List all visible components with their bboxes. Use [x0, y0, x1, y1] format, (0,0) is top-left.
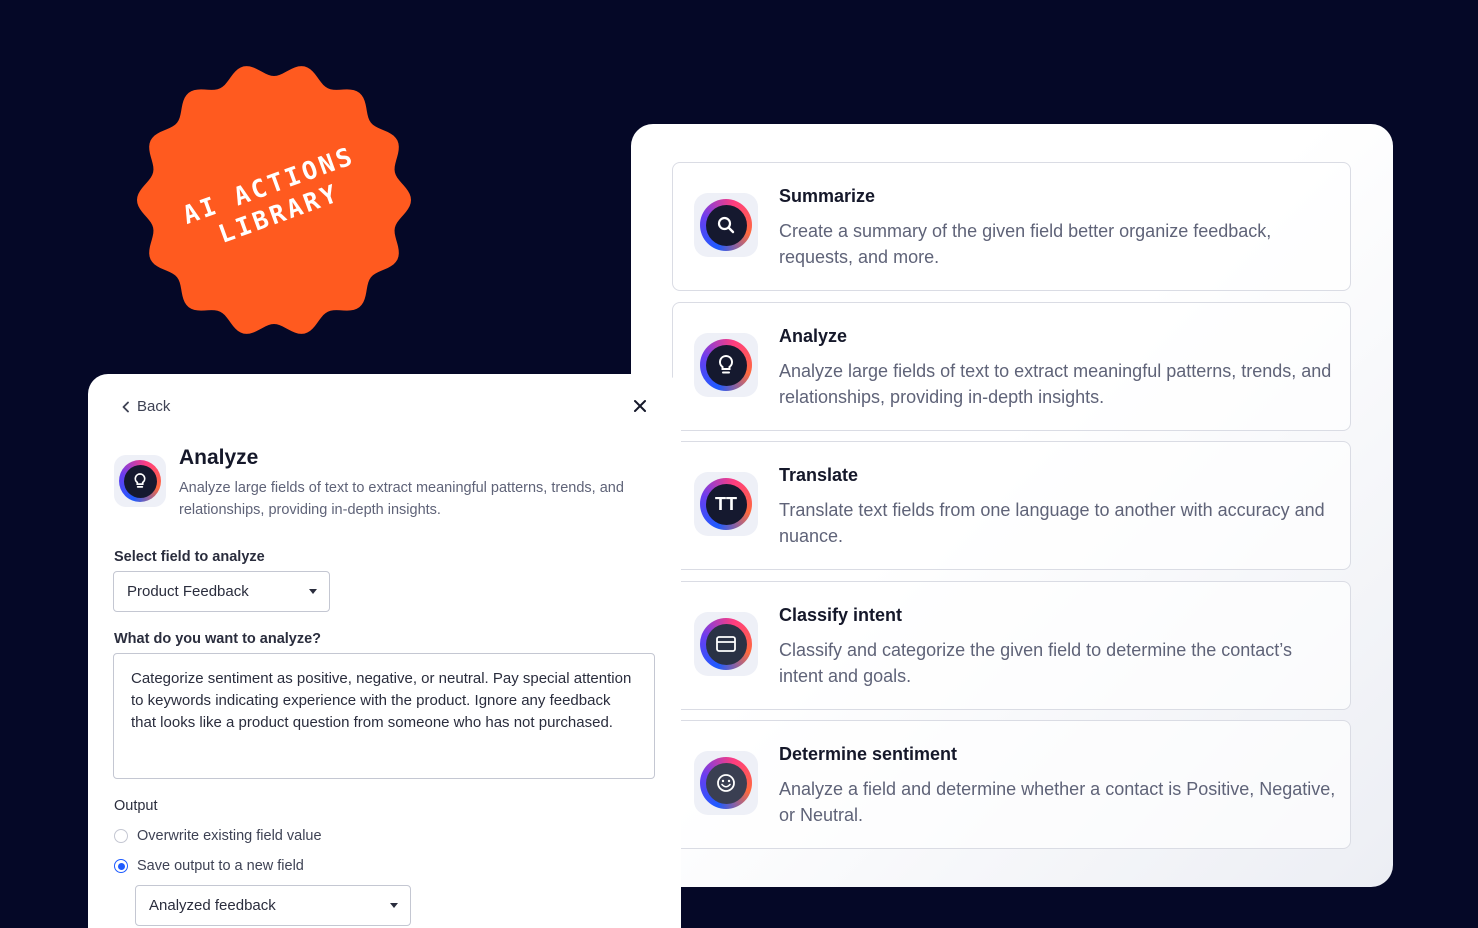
radio-save-new-field[interactable]: Save output to a new field — [114, 858, 304, 874]
action-title: Summarize — [779, 186, 876, 206]
radio-button[interactable] — [114, 829, 128, 843]
lightbulb-icon — [114, 455, 166, 507]
field-label: Select field to analyze — [114, 549, 265, 565]
action-title: Analyze — [779, 326, 848, 346]
output-label: Output — [114, 798, 158, 814]
radio-label: Overwrite existing field value — [137, 828, 322, 844]
caret-down-icon — [390, 903, 398, 908]
radio-overwrite-existing[interactable]: Overwrite existing field value — [114, 828, 322, 844]
action-title: Translate — [779, 465, 859, 485]
action-description: Create a summary of the given field bett… — [779, 221, 1272, 267]
action-card-summarize[interactable]: Summarize Create a summary of the given … — [672, 162, 1351, 291]
caret-down-icon — [309, 589, 317, 594]
lightbulb-icon — [694, 333, 758, 397]
new-field-select[interactable]: Analyzed feedback — [135, 885, 411, 926]
panel-description: Analyze large fields of text to extract … — [179, 480, 624, 518]
action-card-analyze[interactable]: Analyze Analyze large fields of text to … — [672, 302, 1351, 431]
close-button[interactable] — [630, 396, 650, 416]
radio-label: Save output to a new field — [137, 858, 304, 874]
close-icon — [634, 400, 646, 412]
analyze-panel: Back Analyze Analyze large fields of tex… — [88, 374, 681, 928]
back-label: Back — [137, 398, 171, 415]
action-description: Translate text fields from one language … — [779, 500, 1325, 546]
panel-title: Analyze — [179, 446, 259, 469]
translate-icon: TT — [694, 472, 758, 536]
action-description: Analyze a field and determine whether a … — [779, 779, 1336, 825]
new-field-select-value: Analyzed feedback — [149, 897, 276, 914]
search-icon — [694, 193, 758, 257]
action-card-classify-intent[interactable]: Classify intent Classify and categorize … — [672, 581, 1351, 710]
radio-button[interactable] — [114, 859, 128, 873]
smiley-icon — [694, 751, 758, 815]
action-title: Classify intent — [779, 605, 903, 625]
chevron-left-icon — [122, 401, 129, 412]
field-select-value: Product Feedback — [127, 583, 249, 600]
translate-glyph: TT — [705, 483, 747, 525]
action-card-translate[interactable]: TT Translate Translate text fields from … — [672, 441, 1351, 570]
action-description: Classify and categorize the given field … — [779, 640, 1292, 686]
folder-icon — [694, 612, 758, 676]
action-description: Analyze large fields of text to extract … — [779, 361, 1332, 407]
ai-actions-library-panel: Summarize Create a summary of the given … — [631, 124, 1393, 887]
action-card-determine-sentiment[interactable]: Determine sentiment Analyze a field and … — [672, 720, 1351, 849]
field-select[interactable]: Product Feedback — [113, 571, 330, 612]
ai-actions-library-badge: AI ACTIONS LIBRARY — [136, 63, 412, 337]
prompt-label: What do you want to analyze? — [114, 631, 322, 647]
back-button[interactable]: Back — [121, 398, 170, 415]
prompt-textarea[interactable]: Categorize sentiment as positive, negati… — [113, 653, 655, 779]
action-title: Determine sentiment — [779, 744, 958, 764]
